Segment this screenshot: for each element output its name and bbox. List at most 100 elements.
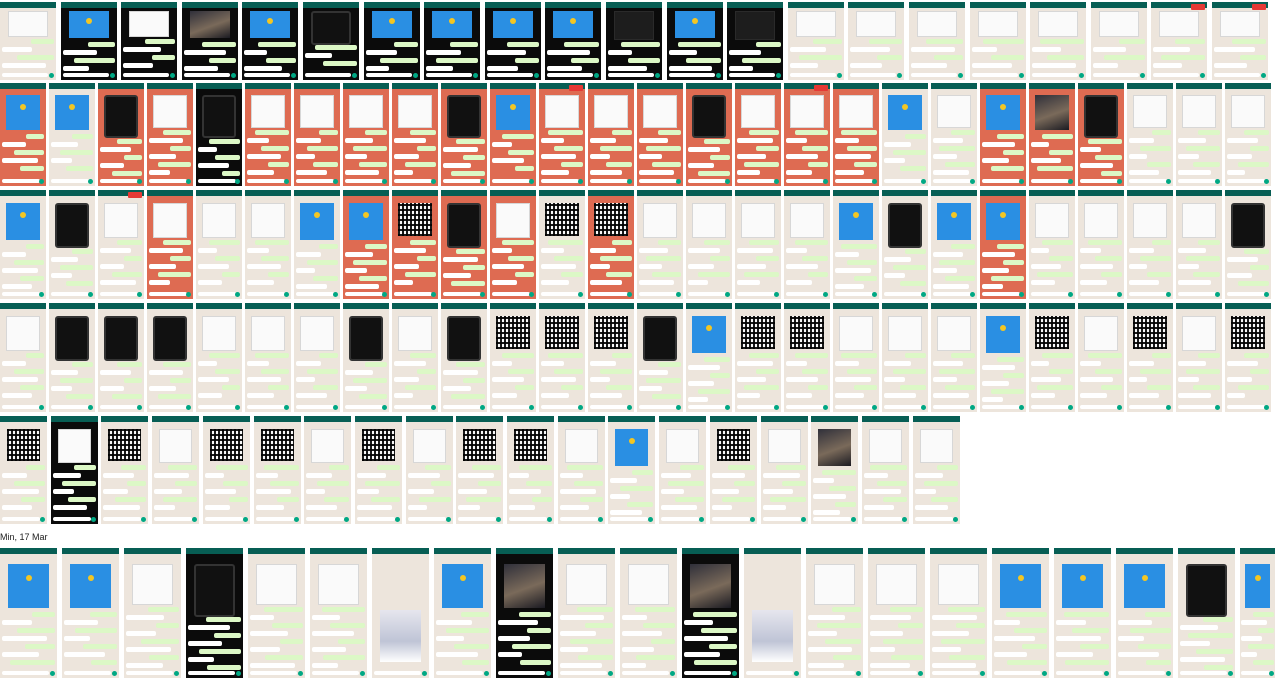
chat-screenshot-thumbnail[interactable]	[735, 83, 781, 186]
chat-screenshot-thumbnail[interactable]	[424, 2, 480, 80]
chat-screenshot-thumbnail[interactable]	[121, 2, 177, 80]
chat-screenshot-thumbnail[interactable]	[761, 416, 808, 524]
chat-screenshot-thumbnail[interactable]	[392, 303, 438, 412]
chat-screenshot-thumbnail[interactable]	[61, 2, 117, 80]
chat-screenshot-thumbnail[interactable]	[456, 416, 503, 524]
chat-screenshot-thumbnail[interactable]	[1116, 548, 1173, 678]
chat-screenshot-thumbnail[interactable]	[848, 2, 904, 80]
chat-screenshot-thumbnail[interactable]	[784, 83, 830, 186]
chat-screenshot-thumbnail[interactable]	[868, 548, 925, 678]
chat-screenshot-thumbnail[interactable]	[1151, 2, 1207, 80]
chat-screenshot-thumbnail[interactable]	[545, 2, 601, 80]
chat-screenshot-thumbnail[interactable]	[882, 190, 928, 299]
chat-screenshot-thumbnail[interactable]	[0, 2, 56, 80]
chat-screenshot-thumbnail[interactable]	[833, 190, 879, 299]
chat-screenshot-thumbnail[interactable]	[637, 83, 683, 186]
chat-screenshot-thumbnail[interactable]	[392, 83, 438, 186]
chat-screenshot-thumbnail[interactable]	[1030, 2, 1086, 80]
chat-screenshot-thumbnail[interactable]	[254, 416, 301, 524]
chat-screenshot-thumbnail[interactable]	[882, 303, 928, 412]
chat-screenshot-thumbnail[interactable]	[558, 548, 615, 678]
chat-screenshot-thumbnail[interactable]	[0, 416, 47, 524]
chat-screenshot-thumbnail[interactable]	[539, 83, 585, 186]
chat-screenshot-thumbnail[interactable]	[0, 303, 46, 412]
chat-screenshot-thumbnail[interactable]	[343, 190, 389, 299]
chat-screenshot-thumbnail[interactable]	[343, 303, 389, 412]
chat-screenshot-thumbnail[interactable]	[294, 190, 340, 299]
chat-screenshot-thumbnail[interactable]	[98, 190, 144, 299]
chat-screenshot-thumbnail[interactable]	[101, 416, 148, 524]
chat-screenshot-thumbnail[interactable]	[862, 416, 909, 524]
chat-screenshot-thumbnail[interactable]	[744, 548, 801, 678]
chat-screenshot-thumbnail[interactable]	[931, 83, 977, 186]
chat-screenshot-thumbnail[interactable]	[686, 83, 732, 186]
chat-screenshot-thumbnail[interactable]	[434, 548, 491, 678]
chat-screenshot-thumbnail[interactable]	[682, 548, 739, 678]
chat-screenshot-thumbnail[interactable]	[303, 2, 359, 80]
chat-screenshot-thumbnail[interactable]	[0, 83, 46, 186]
chat-screenshot-thumbnail[interactable]	[1078, 303, 1124, 412]
chat-screenshot-thumbnail[interactable]	[913, 416, 960, 524]
chat-screenshot-thumbnail[interactable]	[364, 2, 420, 80]
chat-screenshot-thumbnail[interactable]	[970, 2, 1026, 80]
chat-screenshot-thumbnail[interactable]	[441, 83, 487, 186]
chat-screenshot-thumbnail[interactable]	[196, 303, 242, 412]
chat-screenshot-thumbnail[interactable]	[49, 303, 95, 412]
chat-screenshot-thumbnail[interactable]	[392, 190, 438, 299]
chat-screenshot-thumbnail[interactable]	[637, 190, 683, 299]
chat-screenshot-thumbnail[interactable]	[931, 303, 977, 412]
chat-screenshot-thumbnail[interactable]	[588, 83, 634, 186]
chat-screenshot-thumbnail[interactable]	[147, 303, 193, 412]
chat-screenshot-thumbnail[interactable]	[606, 2, 662, 80]
chat-screenshot-thumbnail[interactable]	[310, 548, 367, 678]
chat-screenshot-thumbnail[interactable]	[833, 83, 879, 186]
chat-screenshot-thumbnail[interactable]	[909, 2, 965, 80]
chat-screenshot-thumbnail[interactable]	[242, 2, 298, 80]
chat-screenshot-thumbnail[interactable]	[1176, 190, 1222, 299]
chat-screenshot-thumbnail[interactable]	[152, 416, 199, 524]
chat-screenshot-thumbnail[interactable]	[931, 190, 977, 299]
chat-screenshot-thumbnail[interactable]	[980, 303, 1026, 412]
chat-screenshot-thumbnail[interactable]	[727, 2, 783, 80]
chat-screenshot-thumbnail[interactable]	[294, 303, 340, 412]
chat-screenshot-thumbnail[interactable]	[833, 303, 879, 412]
chat-screenshot-thumbnail[interactable]	[406, 416, 453, 524]
chat-screenshot-thumbnail[interactable]	[196, 190, 242, 299]
chat-screenshot-thumbnail[interactable]	[1178, 548, 1235, 678]
chat-screenshot-thumbnail[interactable]	[735, 190, 781, 299]
chat-screenshot-thumbnail[interactable]	[147, 190, 193, 299]
chat-screenshot-thumbnail[interactable]	[539, 190, 585, 299]
chat-screenshot-thumbnail[interactable]	[147, 83, 193, 186]
chat-screenshot-thumbnail[interactable]	[637, 303, 683, 412]
chat-screenshot-thumbnail[interactable]	[1127, 303, 1173, 412]
chat-screenshot-thumbnail[interactable]	[490, 303, 536, 412]
chat-screenshot-thumbnail[interactable]	[1212, 2, 1268, 80]
chat-screenshot-thumbnail[interactable]	[1225, 190, 1271, 299]
chat-screenshot-thumbnail[interactable]	[441, 190, 487, 299]
chat-screenshot-thumbnail[interactable]	[0, 190, 46, 299]
chat-screenshot-thumbnail[interactable]	[710, 416, 757, 524]
chat-screenshot-thumbnail[interactable]	[980, 83, 1026, 186]
chat-screenshot-thumbnail[interactable]	[355, 416, 402, 524]
chat-screenshot-thumbnail[interactable]	[882, 83, 928, 186]
chat-screenshot-thumbnail[interactable]	[1176, 83, 1222, 186]
chat-screenshot-thumbnail[interactable]	[1078, 83, 1124, 186]
chat-screenshot-thumbnail[interactable]	[507, 416, 554, 524]
chat-screenshot-thumbnail[interactable]	[196, 83, 242, 186]
chat-screenshot-thumbnail[interactable]	[294, 83, 340, 186]
chat-screenshot-thumbnail[interactable]	[245, 190, 291, 299]
chat-screenshot-thumbnail[interactable]	[441, 303, 487, 412]
chat-screenshot-thumbnail[interactable]	[1176, 303, 1222, 412]
chat-screenshot-thumbnail[interactable]	[1091, 2, 1147, 80]
chat-screenshot-thumbnail[interactable]	[98, 83, 144, 186]
chat-screenshot-thumbnail[interactable]	[608, 416, 655, 524]
chat-screenshot-thumbnail[interactable]	[248, 548, 305, 678]
chat-screenshot-thumbnail[interactable]	[124, 548, 181, 678]
chat-screenshot-thumbnail[interactable]	[51, 416, 98, 524]
chat-screenshot-thumbnail[interactable]	[98, 303, 144, 412]
chat-screenshot-thumbnail[interactable]	[735, 303, 781, 412]
chat-screenshot-thumbnail[interactable]	[788, 2, 844, 80]
chat-screenshot-thumbnail[interactable]	[490, 190, 536, 299]
chat-screenshot-thumbnail[interactable]	[806, 548, 863, 678]
chat-screenshot-thumbnail[interactable]	[1029, 190, 1075, 299]
